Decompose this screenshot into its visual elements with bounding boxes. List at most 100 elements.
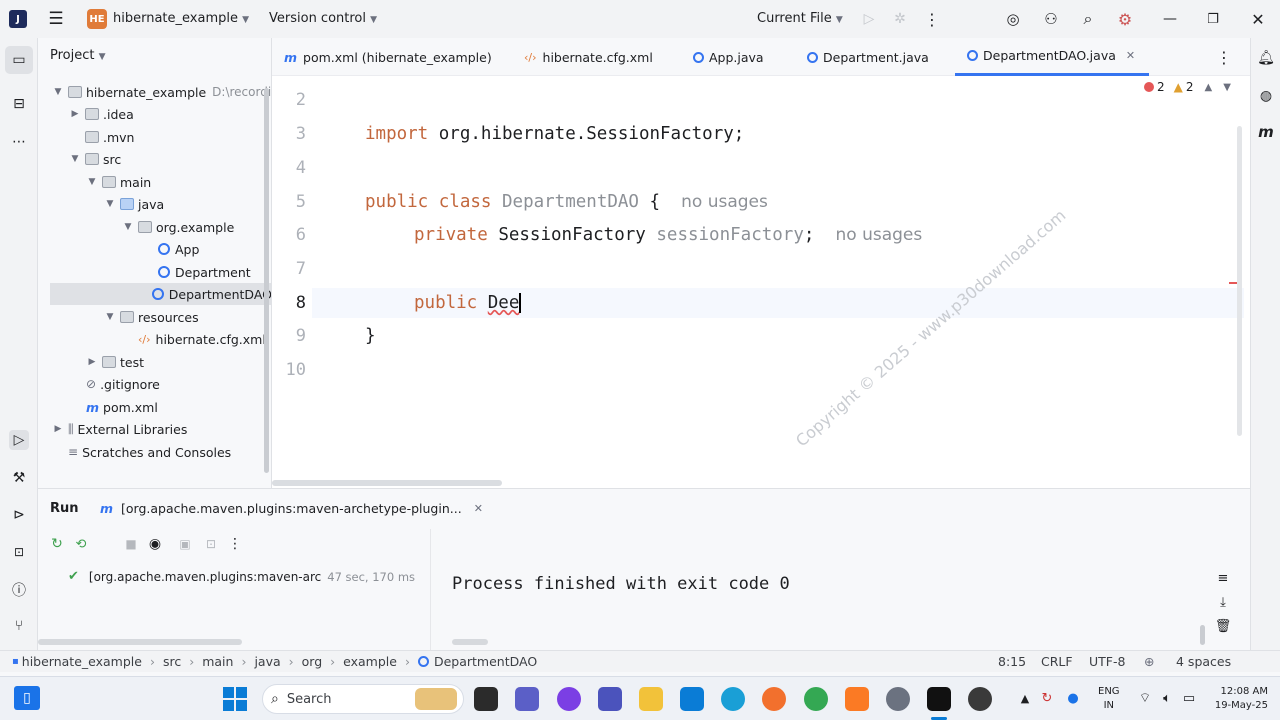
file-explorer-icon[interactable] xyxy=(639,687,663,711)
run-tree-item[interactable]: ✔ [org.apache.maven.plugins:maven-arc 47… xyxy=(68,569,415,584)
chevron-down-icon[interactable]: ▼ xyxy=(1223,82,1231,93)
console-divider[interactable] xyxy=(430,529,431,651)
build-tool-icon[interactable]: ⚒ xyxy=(9,468,29,488)
microphone-icon[interactable]: ● xyxy=(1064,689,1082,707)
git-tool-icon[interactable]: ⑂ xyxy=(9,616,29,636)
taskbar-search[interactable]: ⌕ Search xyxy=(262,684,464,714)
tree-item-pom[interactable]: m pom.xml xyxy=(38,396,271,418)
firefox-icon[interactable] xyxy=(762,687,786,711)
clock[interactable]: 12:08 AM 19-May-25 xyxy=(1206,685,1268,713)
teams-icon[interactable] xyxy=(598,687,622,711)
tree-item-cfg-xml[interactable]: ‹/› hibernate.cfg.xml xyxy=(38,328,271,350)
tray-chevron-up-icon[interactable]: ▲ xyxy=(1016,689,1034,707)
vcs-widget[interactable]: Version control ▼ xyxy=(269,11,377,26)
clear-console-icon[interactable]: 🗑︎ xyxy=(1214,617,1232,635)
ai-chat-icon[interactable]: ◍ xyxy=(1256,86,1276,106)
services-tool-icon[interactable]: ⊳ xyxy=(9,505,29,525)
usages-hint[interactable]: no usages xyxy=(836,225,923,245)
console-vscrollbar[interactable] xyxy=(1200,625,1205,645)
xampp-icon[interactable] xyxy=(845,687,869,711)
code-editor[interactable]: 2 ▲ 2 ▲ ▼ 2 3 4 5 6 7 8 9 10 import org.… xyxy=(272,76,1250,488)
run-tab[interactable]: m [org.apache.maven.plugins:maven-archet… xyxy=(100,501,483,516)
tree-item-gitignore[interactable]: ⊘ .gitignore xyxy=(38,373,271,395)
more-tools-icon[interactable]: ⋯ xyxy=(9,132,29,152)
run-panel-title[interactable]: Run xyxy=(50,501,79,516)
widgets-icon[interactable]: ▯ xyxy=(14,686,40,710)
caret-position[interactable]: 8:15 xyxy=(998,654,1026,669)
read-only-icon[interactable]: ⊕ xyxy=(1144,654,1154,669)
rerun-icon[interactable]: ↻ xyxy=(48,535,66,553)
settings-gear-icon[interactable]: ⚙ xyxy=(1115,9,1135,29)
soft-wrap-icon[interactable]: ≡ xyxy=(1214,569,1232,587)
chevron-up-icon[interactable]: ▲ xyxy=(1205,82,1213,93)
project-tool-icon[interactable]: ▭ xyxy=(5,46,33,74)
rerun-failed-icon[interactable]: ⟲ xyxy=(72,535,90,553)
file-encoding[interactable]: UTF-8 xyxy=(1089,654,1125,669)
debug-icon[interactable]: ✲ xyxy=(890,9,910,29)
project-panel-header[interactable]: Project ▼ xyxy=(50,48,106,63)
project-panel-scrollbar[interactable] xyxy=(264,88,269,473)
breadcrumb-item[interactable]: hibernate_example xyxy=(22,654,142,669)
close-icon[interactable]: ✕ xyxy=(1248,9,1268,29)
recorder-icon[interactable] xyxy=(968,687,992,711)
stop-icon[interactable]: ■ xyxy=(122,535,140,553)
tree-item-main[interactable]: ▼ main xyxy=(38,171,271,193)
tree-item-departmentdao[interactable]: DepartmentDAO xyxy=(50,283,271,305)
close-tab-icon[interactable]: ✕ xyxy=(474,502,483,515)
run-tool-icon[interactable]: ▷ xyxy=(9,430,29,450)
usages-hint[interactable]: no usages xyxy=(681,192,768,212)
commit-tool-icon[interactable]: ⊟ xyxy=(9,94,29,114)
tree-item-mvn[interactable]: ▶ .mvn xyxy=(38,126,271,148)
maximize-icon[interactable]: ❐ xyxy=(1203,9,1223,29)
screenshot-icon[interactable]: ▣ xyxy=(176,535,194,553)
console-hscrollbar[interactable] xyxy=(452,639,488,645)
breadcrumb-item[interactable]: org xyxy=(302,654,323,669)
ai-assistant-icon[interactable]: ◎ xyxy=(1003,9,1023,29)
code-with-me-icon[interactable]: ⚇ xyxy=(1041,9,1061,29)
edge-icon[interactable] xyxy=(721,687,745,711)
tree-item-idea[interactable]: ▶ .idea xyxy=(38,103,271,125)
tree-item-root[interactable]: ▼ hibernate_example D:\recordi xyxy=(38,81,271,103)
indent-setting[interactable]: 4 spaces xyxy=(1176,654,1231,669)
notifications-icon[interactable]: 🔔︎ xyxy=(1256,48,1276,68)
inspection-widget[interactable]: 2 ▲ 2 ▲ ▼ xyxy=(1144,80,1231,94)
tab-departmentdao-java[interactable]: DepartmentDAO.java ✕ xyxy=(955,38,1150,76)
line-separator[interactable]: CRLF xyxy=(1041,654,1073,669)
tree-item-java[interactable]: ▼ java xyxy=(38,193,271,215)
run-icon[interactable]: ▷ xyxy=(859,9,879,29)
show-icon[interactable]: ◉ xyxy=(146,535,164,553)
chrome-icon[interactable] xyxy=(804,687,828,711)
more-actions-icon[interactable]: ⋮ xyxy=(922,9,942,29)
tree-item-scratches[interactable]: ≡ Scratches and Consoles xyxy=(38,441,271,463)
editor-hscrollbar[interactable] xyxy=(272,480,502,486)
task-view-icon[interactable] xyxy=(474,687,498,711)
terminal-tool-icon[interactable]: ⊡ xyxy=(9,542,29,562)
editor-scrollbar[interactable] xyxy=(1237,126,1242,436)
battery-icon[interactable]: ▭ xyxy=(1180,689,1198,707)
minimize-icon[interactable]: — xyxy=(1160,9,1180,29)
intellij-icon[interactable] xyxy=(927,687,951,711)
tab-pom-xml[interactable]: m pom.xml (hibernate_example) xyxy=(284,38,492,76)
problems-tool-icon[interactable]: ⓘ xyxy=(9,580,29,600)
tab-department-java[interactable]: Department.java xyxy=(807,38,929,76)
copilot-icon[interactable] xyxy=(557,687,581,711)
tree-item-src[interactable]: ▼ src xyxy=(38,148,271,170)
maven-tool-icon[interactable]: m xyxy=(1256,122,1276,142)
breadcrumb-item[interactable]: main xyxy=(202,654,233,669)
close-tab-icon[interactable]: ✕ xyxy=(1126,49,1135,62)
breadcrumb-item[interactable]: src xyxy=(163,654,181,669)
tree-item-department[interactable]: Department xyxy=(38,261,271,283)
tab-hibernate-cfg[interactable]: ‹/› hibernate.cfg.xml xyxy=(524,38,653,76)
tree-item-test[interactable]: ▶ test xyxy=(38,351,271,373)
wifi-icon[interactable]: ⌔ xyxy=(1136,689,1154,707)
console-output[interactable]: Process finished with exit code 0 xyxy=(452,574,790,594)
search-icon[interactable]: ⌕ xyxy=(1078,9,1098,29)
run-config-selector[interactable]: Current File ▼ xyxy=(757,11,843,26)
store-icon[interactable] xyxy=(680,687,704,711)
main-menu-icon[interactable]: ☰ xyxy=(46,9,66,29)
breadcrumb-item[interactable]: java xyxy=(254,654,280,669)
tree-item-app[interactable]: App xyxy=(38,238,271,260)
project-switcher[interactable]: hibernate_example ▼ xyxy=(113,11,249,26)
tab-more-icon[interactable]: ⋮ xyxy=(1214,47,1234,67)
teams-chat-icon[interactable] xyxy=(515,687,539,711)
